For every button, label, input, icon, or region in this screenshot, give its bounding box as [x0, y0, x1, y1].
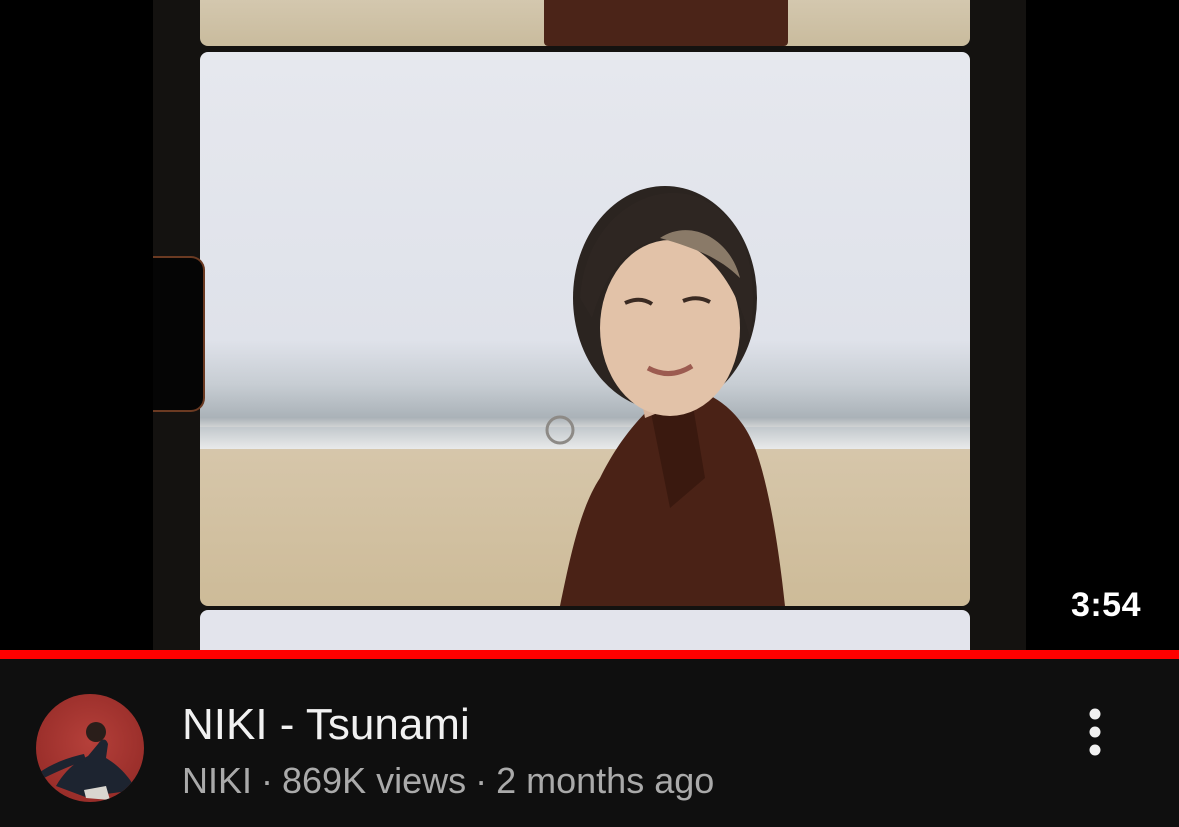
separator-dot: ·	[261, 760, 274, 801]
channel-name[interactable]: NIKI	[182, 760, 252, 801]
film-frame-bottom	[200, 610, 970, 650]
video-thumbnail[interactable]: 3:54	[0, 0, 1179, 650]
person-figure	[545, 186, 785, 606]
avatar-figure-icon	[40, 722, 136, 800]
film-frame-main	[200, 52, 970, 606]
upload-age: 2 months ago	[496, 760, 715, 801]
more-options-button[interactable]	[1072, 700, 1118, 764]
view-count: 869K views	[282, 760, 467, 801]
video-meta-line: NIKI · 869K views · 2 months ago	[182, 760, 714, 802]
separator-dot: ·	[475, 760, 488, 801]
channel-avatar[interactable]	[36, 694, 144, 802]
film-frame-top	[200, 0, 970, 46]
film-sprocket-hole	[153, 256, 205, 412]
video-title[interactable]: NIKI - Tsunami	[182, 700, 470, 750]
more-vertical-icon	[1089, 708, 1101, 756]
video-duration-badge: 3:54	[1070, 586, 1141, 624]
watched-progress-bar	[0, 650, 1179, 659]
